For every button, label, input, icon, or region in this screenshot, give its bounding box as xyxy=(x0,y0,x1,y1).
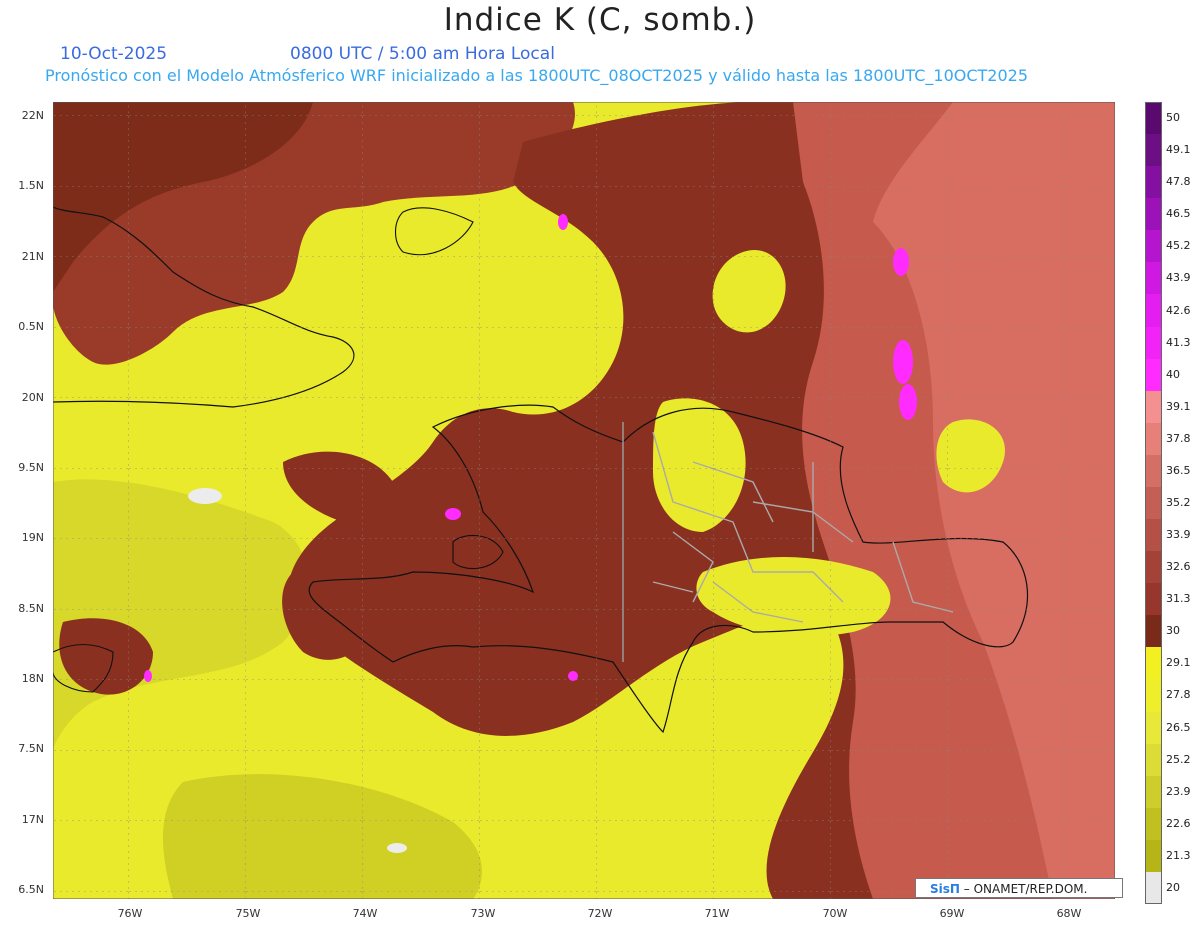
colorbar-tick-label: 26.5 xyxy=(1166,720,1191,734)
colorbar-tick-label: 29.1 xyxy=(1166,656,1191,670)
colorbar-tick-label: 41.3 xyxy=(1166,335,1191,349)
lat-label: 22N xyxy=(21,109,44,122)
colorbar-tick-label: 21.3 xyxy=(1166,848,1191,862)
lat-label: 6.5N xyxy=(18,883,44,896)
k-index-map xyxy=(53,102,1115,899)
lon-label: 68W xyxy=(1056,907,1082,920)
lat-label: 21N xyxy=(21,250,44,263)
lon-label: 71W xyxy=(704,907,730,920)
colorbar-tick-label: 49.1 xyxy=(1166,143,1191,157)
colorbar-tick-label: 31.3 xyxy=(1166,592,1191,606)
colorbar-border xyxy=(1145,102,1162,904)
colorbar-tick-label: 45.2 xyxy=(1166,239,1191,253)
lat-label: 8.5N xyxy=(18,602,44,615)
sispi-logo: SisΠ xyxy=(930,882,960,896)
colorbar-tick-label: 30 xyxy=(1166,624,1180,638)
colorbar-tick-label: 47.8 xyxy=(1166,175,1191,189)
colorbar xyxy=(1145,102,1162,905)
colorbar-tick-label: 39.1 xyxy=(1166,399,1191,413)
model-info-subtitle: Pronóstico con el Modelo Atmósferico WRF… xyxy=(45,66,1029,85)
lat-label: 9.5N xyxy=(18,461,44,474)
lon-label: 69W xyxy=(939,907,965,920)
colorbar-tick-label: 32.6 xyxy=(1166,560,1191,574)
colorbar-tick-label: 36.5 xyxy=(1166,463,1191,477)
graticule xyxy=(53,102,1115,899)
colorbar-tick-label: 40 xyxy=(1166,367,1180,381)
lon-label: 72W xyxy=(587,907,613,920)
lon-label: 75W xyxy=(235,907,261,920)
lon-label: 70W xyxy=(822,907,848,920)
credit-text: – ONAMET/REP.DOM. xyxy=(959,882,1088,896)
lat-label: 7.5N xyxy=(18,742,44,755)
colorbar-tick-label: 42.6 xyxy=(1166,303,1191,317)
colorbar-tick-label: 50 xyxy=(1166,111,1180,125)
map-title: Indice K (C, somb.) xyxy=(443,2,757,38)
lat-label: 1.5N xyxy=(18,179,44,192)
colorbar-tick-label: 35.2 xyxy=(1166,496,1191,509)
lon-label: 76W xyxy=(117,907,143,920)
lat-label: 20N xyxy=(21,391,44,404)
colorbar-tick-label: 23.9 xyxy=(1166,784,1191,798)
colorbar-tick-label: 46.5 xyxy=(1166,207,1191,221)
colorbar-tick-label: 25.2 xyxy=(1166,752,1191,766)
colorbar-tick-label: 22.6 xyxy=(1166,816,1191,830)
forecast-time: 0800 UTC / 5:00 am Hora Local xyxy=(290,44,555,64)
lat-label: 19N xyxy=(21,531,44,544)
colorbar-tick-label: 43.9 xyxy=(1166,271,1191,285)
colorbar-tick-label: 20 xyxy=(1166,880,1180,894)
lat-label: 17N xyxy=(21,813,44,826)
lon-label: 73W xyxy=(470,907,496,920)
lon-label: 74W xyxy=(352,907,378,920)
lat-label: 18N xyxy=(21,672,44,685)
credit-box: SisΠ – ONAMET/REP.DOM. xyxy=(915,878,1123,898)
colorbar-tick-label: 37.8 xyxy=(1166,431,1191,445)
lat-label: 0.5N xyxy=(18,320,44,333)
colorbar-tick-label: 27.8 xyxy=(1166,688,1191,702)
colorbar-tick-label: 33.9 xyxy=(1166,528,1191,542)
forecast-date: 10-Oct-2025 xyxy=(60,44,168,64)
